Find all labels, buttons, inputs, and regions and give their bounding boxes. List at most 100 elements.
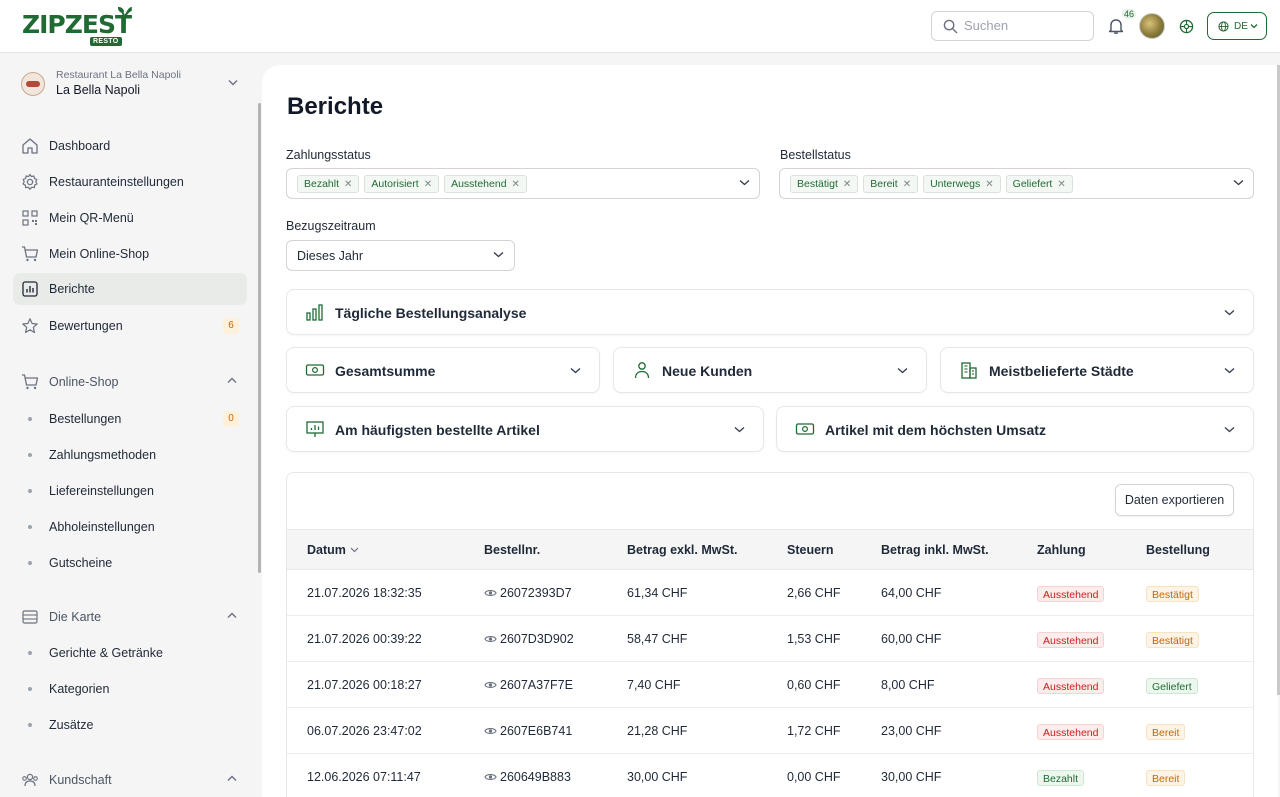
bell-icon[interactable]	[1107, 17, 1125, 35]
sidebar-item-reports[interactable]: Berichte	[13, 273, 247, 305]
bullet-dot	[28, 723, 32, 727]
tag-label: Geliefert	[1012, 178, 1053, 190]
total-card[interactable]: Gesamtsumme	[286, 347, 600, 393]
sidebar-item-orders[interactable]: Bestellungen 0	[13, 404, 247, 434]
table-header: Datum Bestellnr. Betrag exkl. MwSt. Steu…	[287, 529, 1253, 570]
eye-icon[interactable]	[484, 588, 497, 598]
order-status-badge: Bereit	[1146, 770, 1186, 786]
filter-tag[interactable]: Bereit ✕	[863, 175, 919, 193]
sidebar-item-payment-methods[interactable]: Zahlungsmethoden	[13, 440, 247, 470]
filter-tag[interactable]: Bestätigt ✕	[790, 175, 859, 193]
order-status-select[interactable]: Bestätigt ✕ Bereit ✕ Unterwegs ✕ Geliefert ✕	[779, 168, 1254, 199]
filter-tag[interactable]: Ausstehend ✕	[444, 175, 527, 193]
cell-order-no[interactable]: 2607E6B741	[500, 724, 572, 738]
column-header-date[interactable]: Datum	[307, 543, 346, 557]
top-revenue-card[interactable]: Artikel mit dem höchsten Umsatz	[776, 406, 1254, 452]
sidebar-item-dashboard[interactable]: Dashboard	[13, 130, 247, 162]
tag-label: Ausstehend	[451, 178, 507, 190]
table-row[interactable]: 21.07.2026 18:32:35 26072393D7 61,34 CHF…	[287, 570, 1253, 616]
sidebar-item-label: Restauranteinstellungen	[49, 175, 184, 189]
top-items-card[interactable]: Am häufigsten bestellte Artikel	[286, 406, 764, 452]
cell-order-no[interactable]: 260649B883	[500, 770, 571, 784]
orders-count-badge: 0	[223, 411, 239, 427]
card-title: Gesamtsumme	[335, 363, 436, 379]
filter-tag[interactable]: Unterwegs ✕	[923, 175, 1001, 193]
bullet-dot	[28, 561, 32, 565]
table-row[interactable]: 06.07.2026 23:47:02 2607E6B741 21,28 CHF…	[287, 708, 1253, 754]
orders-table: Daten exportieren Datum Bestellnr. Betra…	[286, 472, 1254, 797]
daily-analysis-card[interactable]: Tägliche Bestellungsanalyse	[286, 289, 1254, 335]
sidebar-item-qr-menu[interactable]: Mein QR-Menü	[13, 202, 247, 234]
eye-icon[interactable]	[484, 634, 497, 644]
cell-date: 06.07.2026 23:47:02	[307, 724, 422, 738]
cell-order-no[interactable]: 2607D3D902	[500, 632, 574, 646]
sidebar-scrollbar[interactable]	[258, 103, 261, 573]
sidebar-item-reviews[interactable]: Bewertungen 6	[13, 310, 247, 342]
language-selector[interactable]: DE	[1207, 12, 1267, 40]
bullet-dot	[28, 489, 32, 493]
bullet-dot	[28, 687, 32, 691]
sidebar-item-label: Zahlungsmethoden	[49, 448, 157, 462]
remove-tag-icon[interactable]: ✕	[1057, 179, 1065, 190]
tag-label: Unterwegs	[930, 178, 981, 190]
remove-tag-icon[interactable]: ✕	[512, 179, 520, 190]
payment-status-select[interactable]: Bezahlt ✕ Autorisiert ✕ Ausstehend ✕	[286, 168, 760, 199]
top-cities-card[interactable]: Meistbelieferte Städte	[940, 347, 1254, 393]
table-row[interactable]: 21.07.2026 00:18:27 2607A37F7E 7,40 CHF …	[287, 662, 1253, 708]
zipzest-logo[interactable]: ZIPZEST RESTO	[22, 6, 134, 48]
period-select[interactable]: Dieses Jahr	[286, 240, 515, 271]
sort-chevron-icon[interactable]	[350, 547, 359, 553]
sidebar-item-dishes-drinks[interactable]: Gerichte & Getränke	[13, 638, 247, 668]
chevron-down-icon	[1233, 179, 1244, 186]
cell-gross: 8,00 CHF	[881, 678, 935, 692]
table-row[interactable]: 21.07.2026 00:39:22 2607D3D902 58,47 CHF…	[287, 616, 1253, 662]
filter-tag[interactable]: Autorisiert ✕	[364, 175, 440, 193]
cell-tax: 1,72 CHF	[787, 724, 841, 738]
sidebar-item-label: Abholeinstellungen	[49, 520, 155, 534]
cell-order-no[interactable]: 2607A37F7E	[500, 678, 573, 692]
cell-net: 21,28 CHF	[627, 724, 688, 738]
sidebar-item-extras[interactable]: Zusätze	[13, 710, 247, 740]
export-data-button[interactable]: Daten exportieren	[1115, 484, 1234, 516]
eye-icon[interactable]	[484, 726, 497, 736]
new-customers-card[interactable]: Neue Kunden	[613, 347, 927, 393]
period-label: Bezugszeitraum	[286, 219, 376, 233]
sidebar-item-label: Bestellungen	[49, 412, 122, 426]
search-input[interactable]	[964, 18, 1084, 33]
sidebar-item-online-shop-settings[interactable]: Mein Online-Shop	[13, 238, 247, 270]
sidebar-item-pickup-settings[interactable]: Abholeinstellungen	[13, 512, 247, 542]
remove-tag-icon[interactable]: ✕	[903, 179, 911, 190]
filter-tag[interactable]: Geliefert ✕	[1005, 175, 1073, 193]
bullet-dot	[28, 651, 32, 655]
column-header-payment: Zahlung	[1037, 543, 1086, 557]
sidebar-item-restaurant-settings[interactable]: Restauranteinstellungen	[13, 166, 247, 198]
restaurant-name: La Bella Napoli	[56, 83, 141, 97]
main-content: Berichte Zahlungsstatus Bezahlt ✕ Autoris…	[262, 65, 1278, 797]
sidebar-item-vouchers[interactable]: Gutscheine	[13, 548, 247, 578]
users-icon	[22, 773, 38, 787]
eye-icon[interactable]	[484, 680, 497, 690]
settings-wheel-icon[interactable]	[1179, 19, 1194, 34]
eye-icon[interactable]	[484, 772, 497, 782]
restaurant-switcher[interactable]: Restaurant La Bella Napoli La Bella Napo…	[14, 66, 246, 106]
remove-tag-icon[interactable]: ✕	[843, 179, 851, 190]
logo-text: ZIPZEST	[22, 10, 132, 39]
remove-tag-icon[interactable]: ✕	[424, 179, 432, 190]
sidebar-group-customers[interactable]: Kundschaft	[13, 765, 247, 795]
sidebar-item-delivery-settings[interactable]: Liefereinstellungen	[13, 476, 247, 506]
sidebar-item-label: Gerichte & Getränke	[49, 646, 163, 660]
search-box[interactable]	[931, 11, 1094, 41]
remove-tag-icon[interactable]: ✕	[985, 179, 993, 190]
sidebar-group-menu[interactable]: Die Karte	[13, 602, 247, 632]
table-row[interactable]: 12.06.2026 07:11:47 260649B883 30,00 CHF…	[287, 754, 1253, 797]
user-avatar[interactable]	[1139, 13, 1165, 39]
tag-label: Bestätigt	[797, 178, 838, 190]
sidebar-group-online-shop[interactable]: Online-Shop	[13, 367, 247, 397]
cell-order-no[interactable]: 26072393D7	[500, 586, 572, 600]
remove-tag-icon[interactable]: ✕	[344, 179, 352, 190]
reviews-count-badge: 6	[223, 318, 239, 334]
filter-tag[interactable]: Bezahlt ✕	[297, 175, 360, 193]
sidebar-item-categories[interactable]: Kategorien	[13, 674, 247, 704]
qr-icon	[22, 210, 38, 226]
report-icon	[22, 281, 38, 297]
